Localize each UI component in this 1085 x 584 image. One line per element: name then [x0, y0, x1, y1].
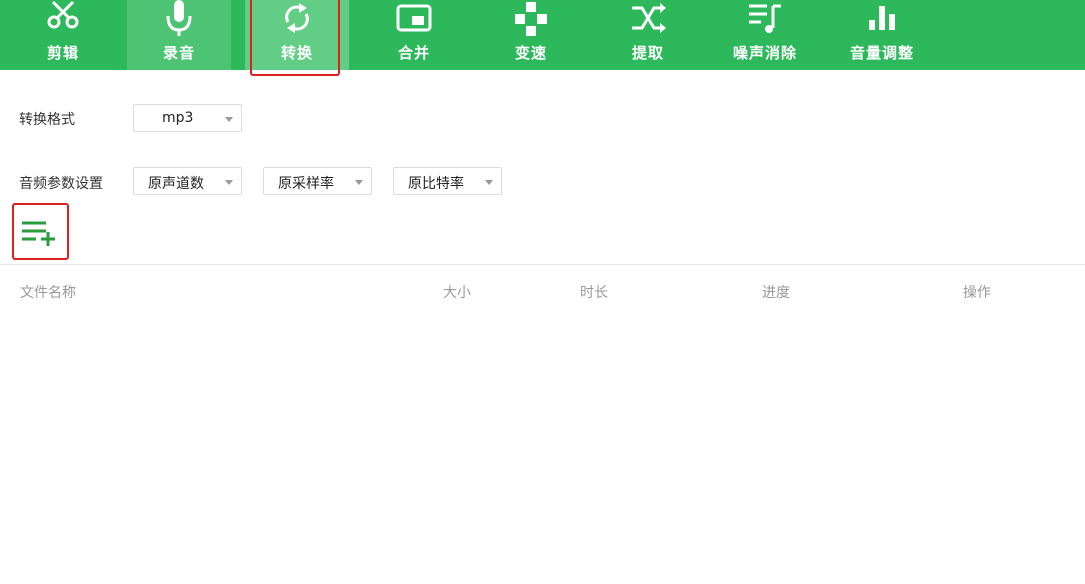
speed-icon [515, 2, 547, 36]
format-select[interactable]: mp3 [133, 104, 242, 132]
chevron-down-icon [225, 117, 233, 122]
channels-select-value: 原声道数 [148, 176, 204, 192]
format-select-value: mp3 [162, 110, 194, 126]
tool-extract-button[interactable]: 提取 [596, 0, 700, 70]
tool-label: 噪声消除 [732, 44, 797, 62]
tool-volume-button[interactable]: 音量调整 [830, 0, 934, 70]
bitrate-select-value: 原比特率 [408, 176, 464, 192]
tool-label: 剪辑 [46, 44, 79, 62]
tool-noise-removal-button[interactable]: 噪声消除 [713, 0, 817, 70]
column-header-actions: 操作 [963, 285, 991, 301]
microphone-icon [166, 0, 192, 36]
tool-speed-button[interactable]: 变速 [479, 0, 583, 70]
noise-removal-icon [749, 4, 781, 33]
divider [0, 264, 1085, 265]
chevron-down-icon [225, 180, 233, 185]
main-toolbar: 剪辑 录音 转换 合并 变速 提取 噪声消除 音量调整 [0, 0, 1085, 70]
tool-label: 录音 [162, 44, 195, 62]
convert-highlight-box [250, 0, 340, 76]
column-header-filename: 文件名称 [20, 285, 76, 301]
column-header-size: 大小 [443, 285, 471, 301]
tool-record-button[interactable]: 录音 [127, 0, 231, 70]
chevron-down-icon [485, 180, 493, 185]
volume-bars-icon [869, 6, 895, 30]
column-header-duration: 时长 [580, 285, 608, 301]
tool-label: 变速 [514, 44, 547, 62]
scissors-icon [47, 0, 79, 29]
tool-merge-button[interactable]: 合并 [362, 0, 466, 70]
extract-shuffle-icon [632, 3, 666, 33]
format-label: 转换格式 [19, 112, 75, 128]
column-header-progress: 进度 [762, 285, 790, 301]
sample-rate-select[interactable]: 原采样率 [263, 167, 372, 195]
add-file-highlight-box [12, 203, 69, 260]
merge-icon [396, 4, 432, 32]
tool-label: 音量调整 [849, 44, 914, 62]
tool-label: 提取 [631, 44, 664, 62]
sample-rate-select-value: 原采样率 [278, 176, 334, 192]
bitrate-select[interactable]: 原比特率 [393, 167, 502, 195]
channels-select[interactable]: 原声道数 [133, 167, 242, 195]
tool-cut-button[interactable]: 剪辑 [11, 0, 115, 70]
chevron-down-icon [355, 180, 363, 185]
audio-params-label: 音频参数设置 [19, 176, 103, 192]
tool-label: 合并 [397, 44, 430, 62]
